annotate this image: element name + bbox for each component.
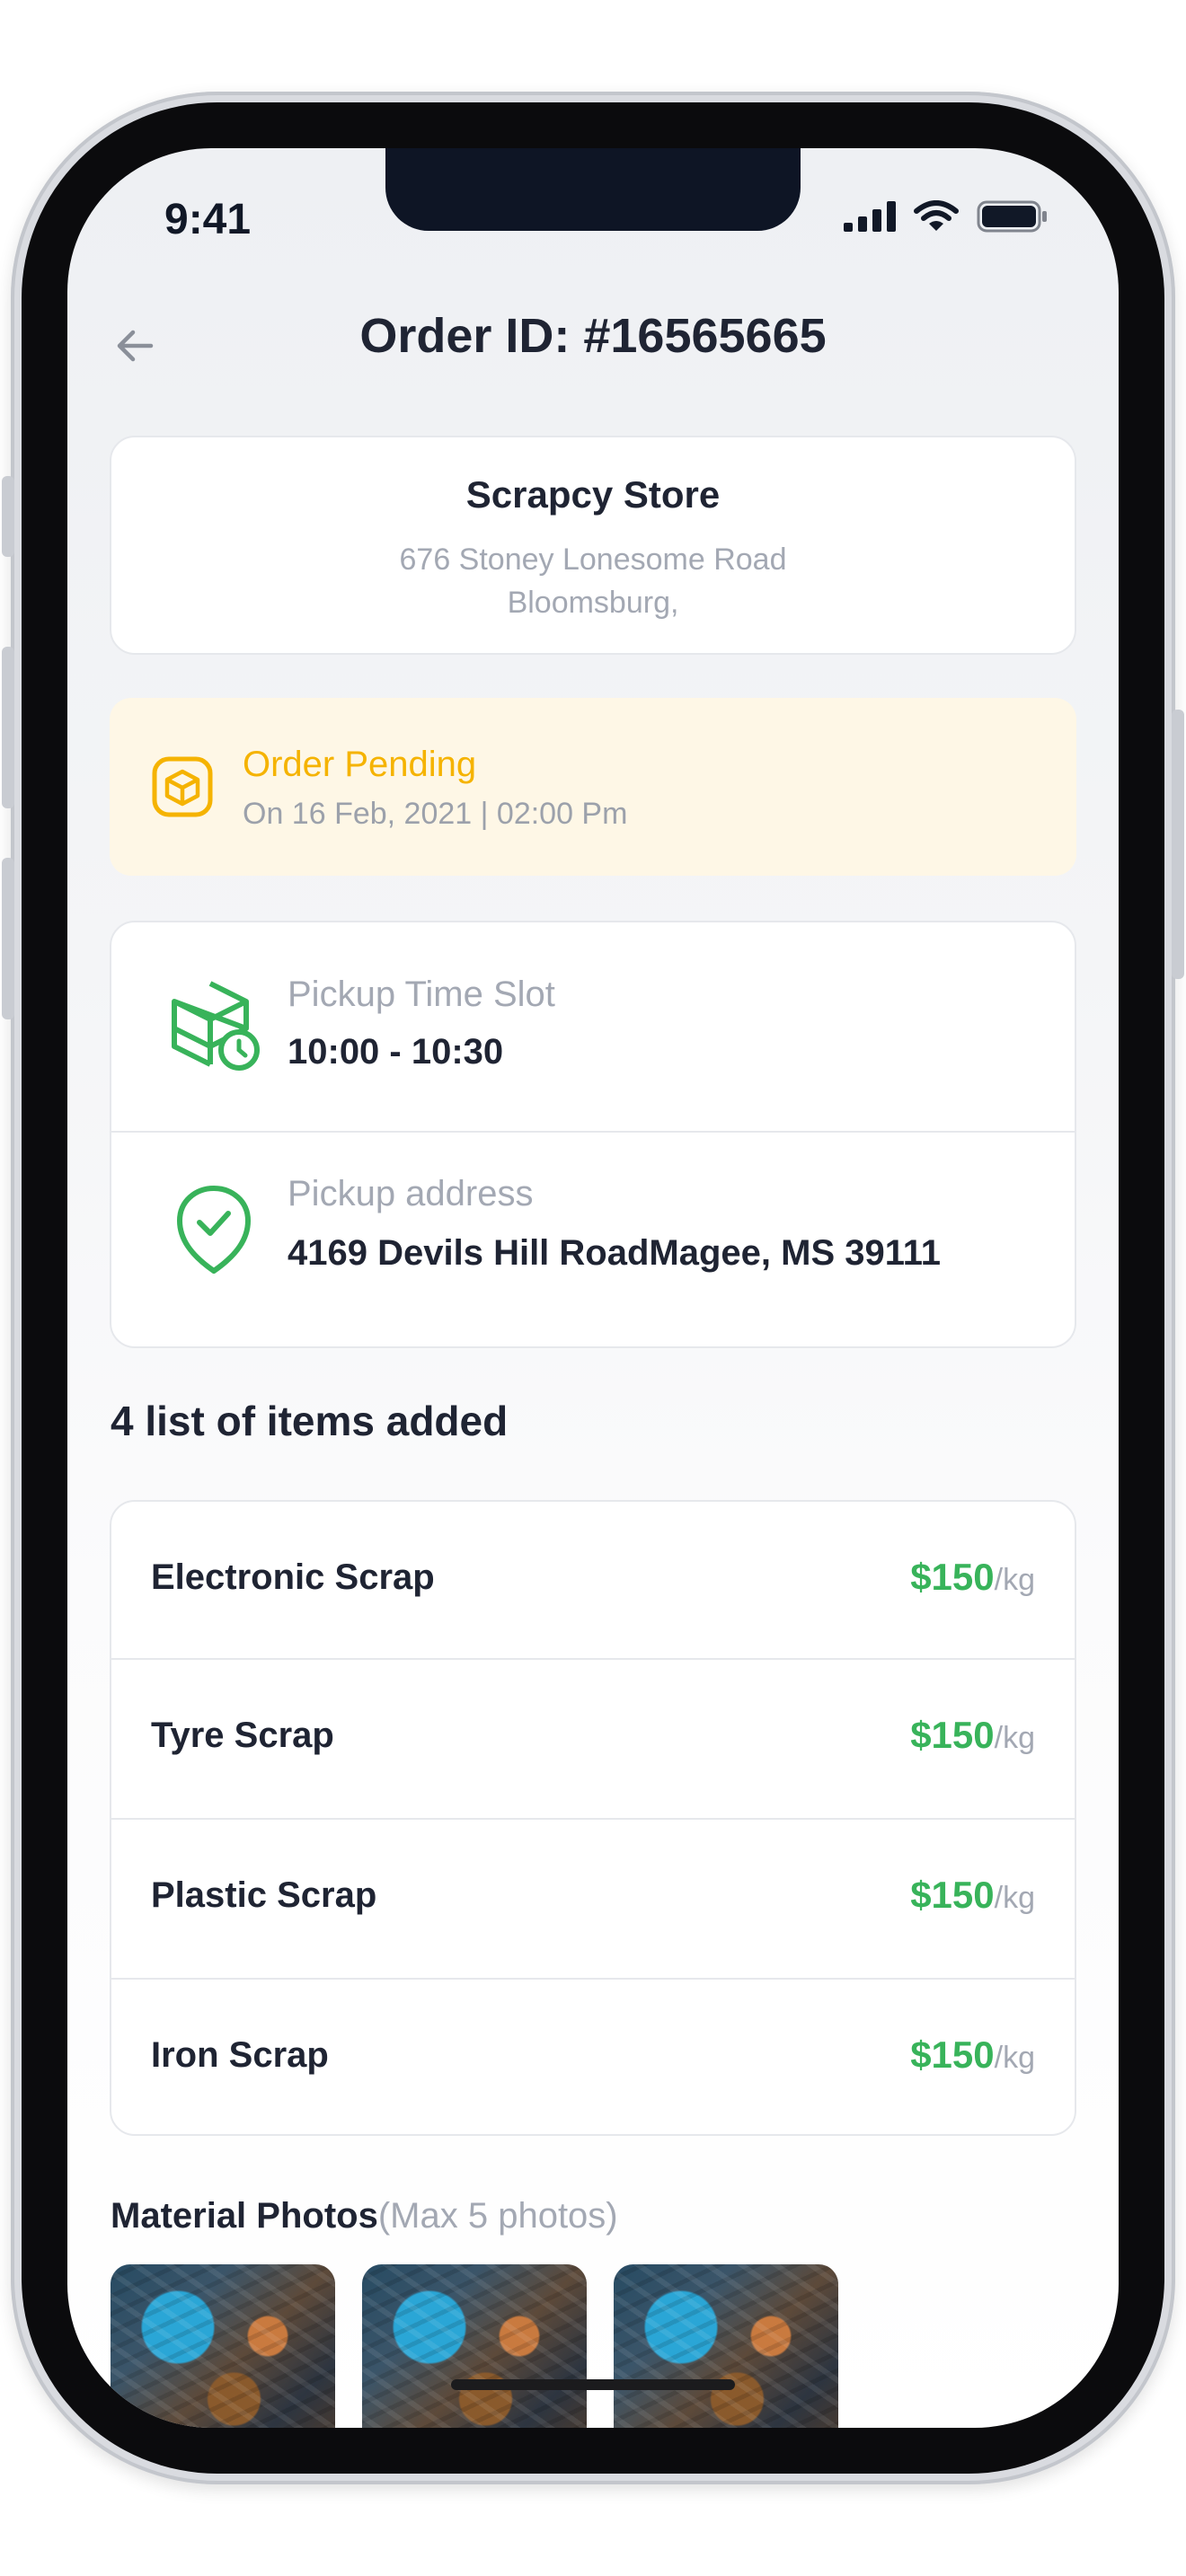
item-name: Iron Scrap xyxy=(151,2035,329,2075)
material-photo[interactable] xyxy=(614,2264,838,2428)
item-price: $150/kg xyxy=(910,2033,1035,2077)
notch xyxy=(385,148,801,231)
order-status-title: Order Pending xyxy=(243,745,477,784)
material-photo[interactable] xyxy=(111,2264,335,2428)
pickup-address-label: Pickup address xyxy=(288,1174,534,1213)
pickup-time-value: 10:00 - 10:30 xyxy=(288,1032,504,1072)
photos-hint: (Max 5 photos) xyxy=(377,2196,618,2236)
pickup-time-label: Pickup Time Slot xyxy=(288,975,555,1014)
phone-side-button xyxy=(2,476,14,557)
item-price-unit: /kg xyxy=(994,1881,1035,1915)
item-price-value: $150 xyxy=(910,1556,995,1598)
item-name: Electronic Scrap xyxy=(151,1557,435,1597)
items-section-title: 4 list of items added xyxy=(111,1398,509,1444)
items-list: Electronic Scrap $150/kg Tyre Scrap $150… xyxy=(110,1500,1076,2136)
list-item[interactable]: Plastic Scrap $150/kg xyxy=(111,1820,1075,1978)
home-indicator xyxy=(451,2379,735,2390)
location-check-icon xyxy=(177,1186,251,1274)
battery-icon xyxy=(977,200,1047,233)
item-price-value: $150 xyxy=(910,1714,995,1756)
cellular-signal-icon xyxy=(844,201,896,232)
pickup-address-value: 4169 Devils Hill RoadMagee, MS 39111 xyxy=(288,1233,942,1273)
store-address-line1: 676 Stoney Lonesome Road xyxy=(399,543,787,577)
phone-side-button xyxy=(2,647,14,808)
status-time: 9:41 xyxy=(164,196,252,243)
order-status-banner: Order Pending On 16 Feb, 2021 | 02:00 Pm xyxy=(110,698,1076,876)
box-clock-icon xyxy=(172,981,260,1071)
item-price-value: $150 xyxy=(910,2033,995,2076)
material-photo[interactable] xyxy=(362,2264,587,2428)
item-name: Tyre Scrap xyxy=(151,1716,334,1755)
item-price-unit: /kg xyxy=(994,2041,1035,2075)
item-price-unit: /kg xyxy=(994,1563,1035,1597)
photos-section-title: Material Photos(Max 5 photos) xyxy=(111,2196,618,2236)
box-icon xyxy=(152,756,213,817)
item-price-value: $150 xyxy=(910,1874,995,1916)
store-address-line2: Bloomsburg, xyxy=(507,586,679,620)
list-item[interactable]: Iron Scrap $150/kg xyxy=(111,1980,1075,2138)
store-name: Scrapcy Store xyxy=(465,473,721,516)
item-price: $150/kg xyxy=(910,1556,1035,1599)
item-price: $150/kg xyxy=(910,1874,1035,1917)
item-price-unit: /kg xyxy=(994,1721,1035,1755)
store-card: Scrapcy Store 676 Stoney Lonesome Road B… xyxy=(110,436,1076,655)
store-address: 676 Stoney Lonesome Road Bloomsburg, xyxy=(111,538,1075,624)
phone-side-button xyxy=(2,858,14,1019)
page-title: Order ID: #16565665 xyxy=(359,309,827,363)
app-screen: 9:41 Order ID: #16565665 Scrapcy Store 6… xyxy=(67,148,1119,2428)
item-price: $150/kg xyxy=(910,1714,1035,1757)
phone-side-button xyxy=(1172,710,1184,979)
wifi-icon xyxy=(914,200,959,231)
status-icons xyxy=(844,200,1049,233)
pickup-info-card: Pickup Time Slot 10:00 - 10:30 Pickup ad… xyxy=(110,921,1076,1348)
order-status-date: On 16 Feb, 2021 | 02:00 Pm xyxy=(243,797,628,831)
photos-title-text: Material Photos xyxy=(111,2196,378,2236)
list-item[interactable]: Tyre Scrap $150/kg xyxy=(111,1660,1075,1818)
list-item[interactable]: Electronic Scrap $150/kg xyxy=(111,1502,1075,1660)
item-name: Plastic Scrap xyxy=(151,1875,377,1915)
divider xyxy=(111,1131,1075,1133)
